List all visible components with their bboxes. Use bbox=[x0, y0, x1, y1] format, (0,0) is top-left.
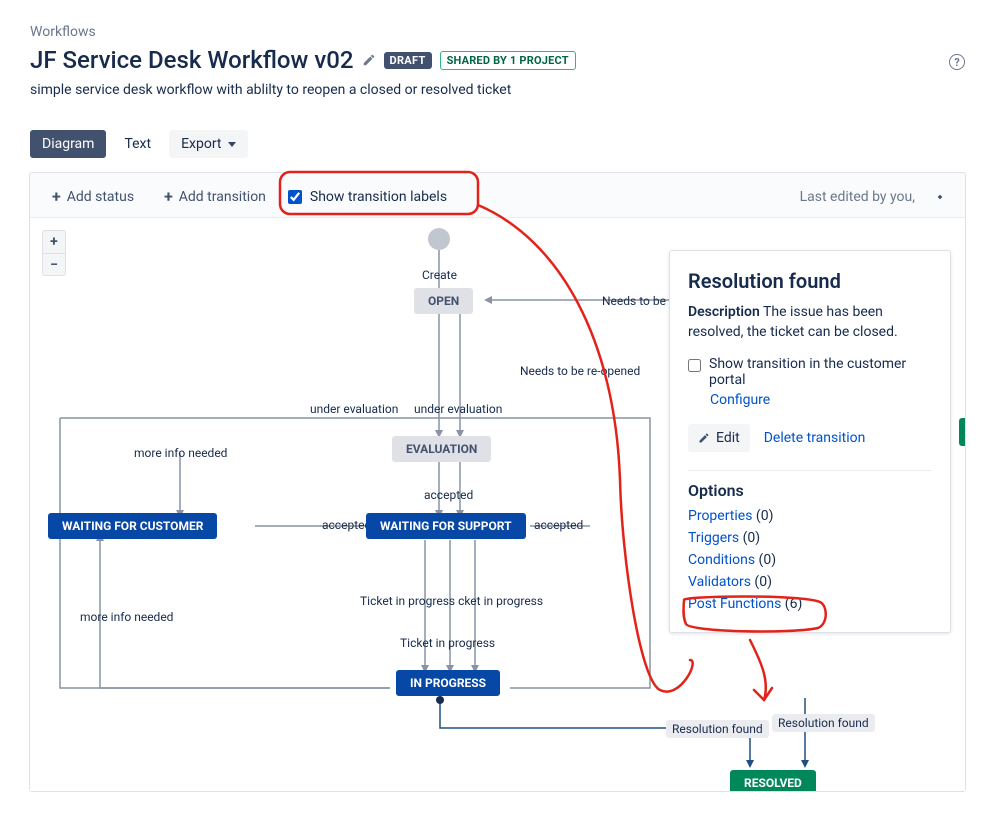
diagram-canvas-container: + Add status + Add transition Show trans… bbox=[29, 172, 966, 792]
tab-diagram[interactable]: Diagram bbox=[30, 130, 106, 158]
option-validators[interactable]: Validators (0) bbox=[688, 574, 932, 590]
last-edited-text: Last edited by you, bbox=[800, 189, 915, 205]
start-node[interactable] bbox=[428, 228, 450, 250]
transition-under-eval-l[interactable]: under evaluation bbox=[310, 402, 398, 416]
diagram-canvas[interactable]: + − bbox=[30, 217, 965, 791]
options-heading: Options bbox=[688, 470, 932, 500]
chevron-down-icon bbox=[228, 142, 236, 147]
node-waiting-customer[interactable]: WAITING FOR CUSTOMER bbox=[48, 513, 217, 539]
transition-needs-reopen[interactable]: Needs to be re-opened bbox=[520, 364, 640, 378]
node-resolved[interactable]: RESOLVED bbox=[730, 770, 816, 791]
pencil-icon bbox=[698, 432, 710, 444]
workflow-description: simple service desk workflow with ablilt… bbox=[30, 82, 965, 98]
zoom-in-button[interactable]: + bbox=[43, 231, 65, 253]
offscreen-green-node[interactable] bbox=[959, 418, 965, 446]
transition-source-dot bbox=[436, 696, 444, 704]
edit-label: Edit bbox=[716, 430, 740, 446]
draft-badge: DRAFT bbox=[384, 52, 432, 69]
transition-accepted-l[interactable]: accepted bbox=[322, 518, 371, 532]
node-waiting-support[interactable]: WAITING FOR SUPPORT bbox=[366, 513, 526, 539]
add-transition-label: Add transition bbox=[179, 189, 266, 205]
tab-export[interactable]: Export bbox=[169, 130, 247, 158]
transition-accepted-r[interactable]: accepted bbox=[534, 518, 583, 532]
transition-tip-row[interactable]: Ticket in progress cket in progress bbox=[360, 594, 543, 608]
breadcrumb[interactable]: Workflows bbox=[30, 24, 965, 40]
diagram-toolbar: + Add status + Add transition Show trans… bbox=[30, 173, 965, 221]
show-in-portal-toggle[interactable]: Show transition in the customer portal bbox=[688, 356, 932, 388]
option-triggers[interactable]: Triggers (0) bbox=[688, 530, 932, 546]
panel-title: Resolution found bbox=[688, 269, 932, 293]
show-in-portal-checkbox[interactable] bbox=[688, 359, 701, 372]
plus-icon: + bbox=[52, 187, 61, 206]
node-open[interactable]: OPEN bbox=[414, 288, 473, 314]
help-icon[interactable]: ? bbox=[949, 54, 965, 70]
transition-details-panel: Resolution found Description The issue h… bbox=[669, 250, 951, 633]
transition-accepted-c[interactable]: accepted bbox=[424, 488, 473, 502]
transition-create[interactable]: Create bbox=[422, 268, 457, 282]
transition-under-eval-r[interactable]: under evaluation bbox=[414, 402, 502, 416]
tab-export-label: Export bbox=[181, 136, 221, 152]
shared-badge[interactable]: SHARED BY 1 PROJECT bbox=[440, 51, 576, 70]
edit-title-icon[interactable] bbox=[362, 53, 376, 67]
panel-desc-label: Description bbox=[688, 304, 760, 320]
node-evaluation[interactable]: EVALUATION bbox=[392, 436, 491, 462]
plus-icon: + bbox=[164, 187, 173, 206]
zoom-out-button[interactable]: − bbox=[43, 253, 65, 275]
option-conditions[interactable]: Conditions (0) bbox=[688, 552, 932, 568]
tab-text[interactable]: Text bbox=[112, 130, 163, 158]
edit-transition-button[interactable]: Edit bbox=[688, 424, 750, 452]
show-in-portal-label: Show transition in the customer portal bbox=[709, 356, 932, 388]
transition-needs-reopen-clip[interactable]: Needs to be re bbox=[602, 294, 679, 308]
configure-link[interactable]: Configure bbox=[710, 392, 932, 408]
add-status-button[interactable]: + Add status bbox=[44, 183, 142, 210]
transition-tip-single[interactable]: Ticket in progress bbox=[400, 636, 495, 650]
transition-resolution-found-l[interactable]: Resolution found bbox=[666, 720, 769, 738]
page-title: JF Service Desk Workflow v02 bbox=[30, 46, 354, 74]
delete-transition-link[interactable]: Delete transition bbox=[764, 430, 866, 446]
show-labels-checkbox[interactable] bbox=[288, 190, 302, 204]
panel-description: Description The issue has been resolved,… bbox=[688, 303, 932, 342]
add-transition-button[interactable]: + Add transition bbox=[156, 183, 274, 210]
transition-more-info-top[interactable]: more info needed bbox=[134, 446, 227, 460]
node-in-progress[interactable]: IN PROGRESS bbox=[396, 670, 500, 696]
show-transition-labels-toggle[interactable]: Show transition labels bbox=[288, 189, 447, 205]
option-post-functions[interactable]: Post Functions (6) bbox=[688, 596, 932, 612]
option-properties[interactable]: Properties (0) bbox=[688, 508, 932, 524]
transition-resolution-found-r[interactable]: Resolution found bbox=[772, 714, 875, 732]
show-labels-text: Show transition labels bbox=[310, 189, 447, 205]
transition-more-info-bottom[interactable]: more info needed bbox=[80, 610, 173, 624]
add-status-label: Add status bbox=[67, 189, 134, 205]
zoom-controls: + − bbox=[42, 230, 66, 276]
collapse-icon[interactable] bbox=[929, 186, 951, 208]
